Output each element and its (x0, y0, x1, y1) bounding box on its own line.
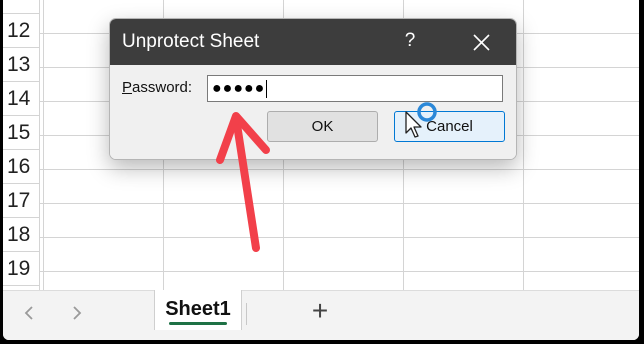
annotation-overlay (216, 102, 437, 252)
red-arrow-annotation (216, 112, 270, 252)
click-highlight-icon (417, 102, 437, 122)
